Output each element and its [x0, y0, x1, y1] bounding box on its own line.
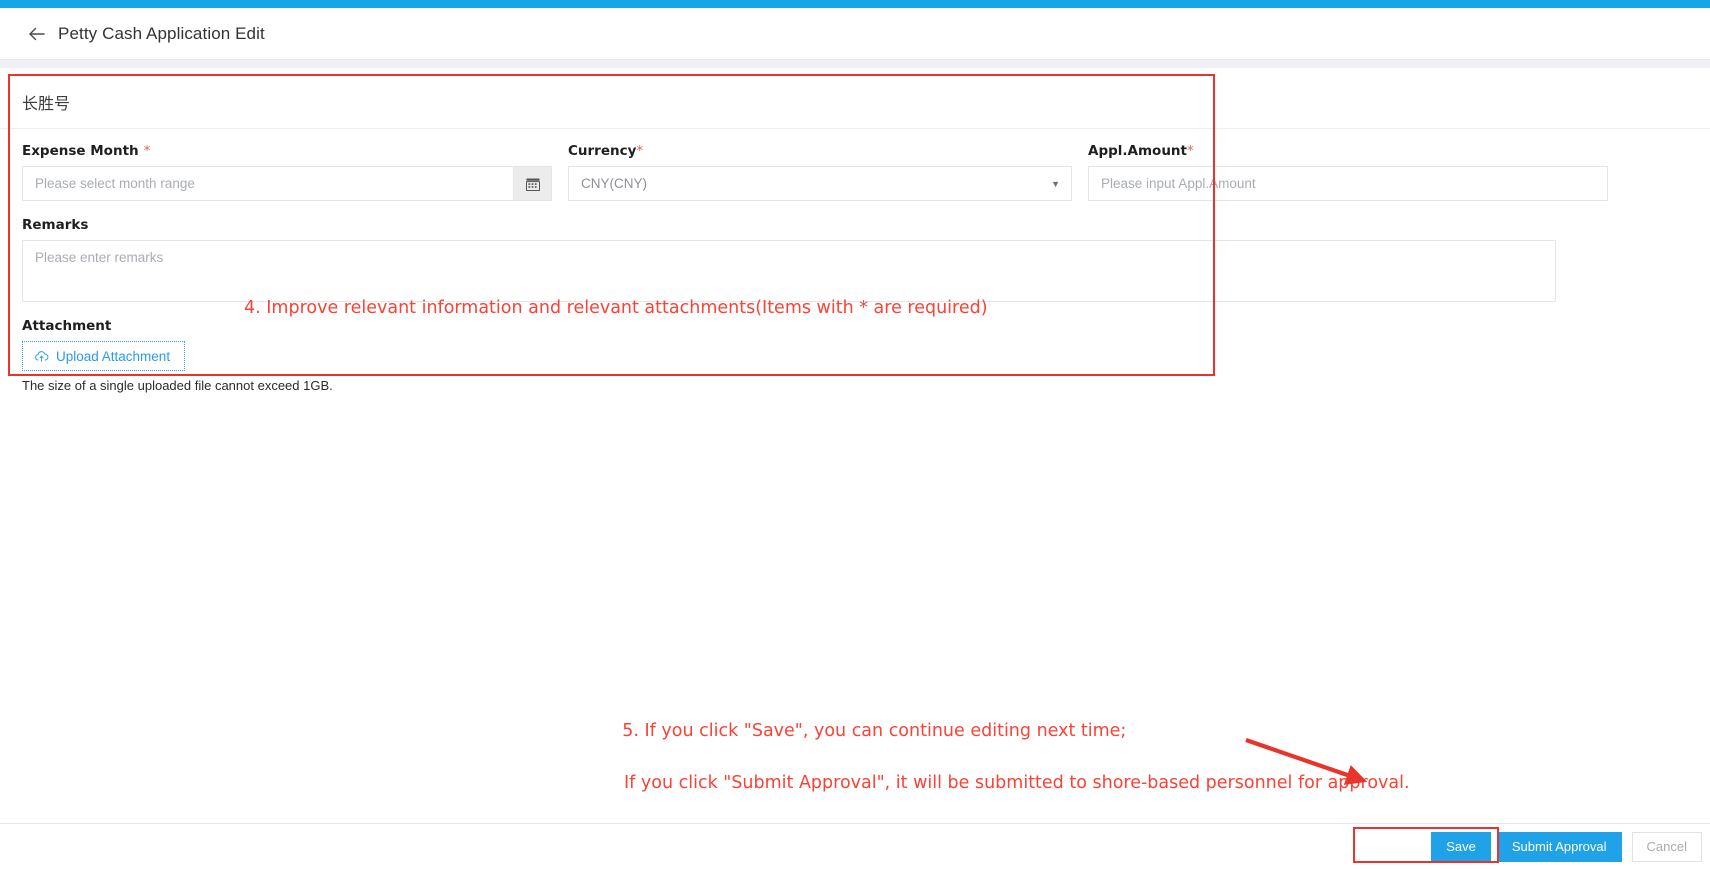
expense-month-input-shell[interactable]	[22, 166, 552, 201]
appl-amount-label: Appl.Amount*	[1088, 143, 1608, 159]
form-row-primary: Expense Month * Please select month rang…	[22, 143, 1688, 201]
petty-cash-form-card: 长胜号 Expense Month * Please select month …	[0, 68, 1710, 411]
remarks-label: Remarks	[22, 217, 89, 233]
attachment-size-hint: The size of a single uploaded file canno…	[22, 378, 333, 393]
field-currency: Currency* CNY(CNY) ▼	[568, 143, 1088, 201]
footer-action-bar: Save Submit Approval Cancel	[0, 823, 1710, 869]
currency-selected-value: CNY(CNY)	[581, 176, 647, 191]
cancel-button[interactable]: Cancel	[1631, 831, 1702, 862]
arrow-left-icon[interactable]	[26, 23, 48, 45]
remarks-textarea[interactable]: Please enter remarks	[22, 240, 1556, 302]
upload-attachment-button[interactable]: Upload Attachment	[22, 341, 186, 371]
remarks-placeholder: Please enter remarks	[35, 250, 164, 265]
field-remarks: Remarks Please enter remarks	[22, 217, 1688, 302]
page-header: Petty Cash Application Edit	[0, 8, 1710, 60]
chevron-down-icon: ▼	[1051, 178, 1060, 189]
required-asterisk: *	[636, 143, 644, 159]
save-button[interactable]: Save	[1431, 831, 1491, 862]
expense-month-label: Expense Month *	[22, 143, 552, 159]
cloud-upload-icon	[34, 350, 49, 363]
required-asterisk: *	[143, 143, 151, 159]
field-expense-month: Expense Month *	[22, 143, 568, 201]
submit-approval-button[interactable]: Submit Approval	[1496, 831, 1622, 862]
appl-amount-input[interactable]	[1089, 167, 1607, 200]
appl-amount-input-shell[interactable]	[1088, 166, 1608, 201]
currency-label-text: Currency	[568, 143, 637, 159]
field-appl-amount: Appl.Amount*	[1088, 143, 1608, 201]
expense-month-label-text: Expense Month	[22, 143, 139, 159]
page-title: Petty Cash Application Edit	[58, 23, 265, 43]
currency-select[interactable]: CNY(CNY) ▼	[568, 166, 1072, 201]
upload-attachment-label: Upload Attachment	[56, 348, 171, 364]
top-accent-bar	[0, 0, 1710, 8]
appl-amount-label-text: Appl.Amount	[1088, 143, 1187, 159]
currency-label: Currency*	[568, 143, 1072, 159]
calendar-icon[interactable]	[513, 167, 551, 200]
expense-month-input[interactable]	[23, 167, 513, 200]
primary-button-group: Save Submit Approval	[1431, 831, 1622, 862]
vessel-name-title: 长胜号	[0, 82, 1710, 129]
app-root: Petty Cash Application Edit 长胜号 Expense …	[0, 0, 1710, 869]
field-attachment: Attachment Upload Attachment The size of…	[22, 318, 1688, 411]
attachment-label: Attachment	[22, 318, 112, 334]
form-body: Expense Month * Please select month rang…	[0, 143, 1710, 411]
required-asterisk: *	[1187, 143, 1194, 159]
content-sheet: 长胜号 Expense Month * Please select month …	[0, 68, 1710, 830]
